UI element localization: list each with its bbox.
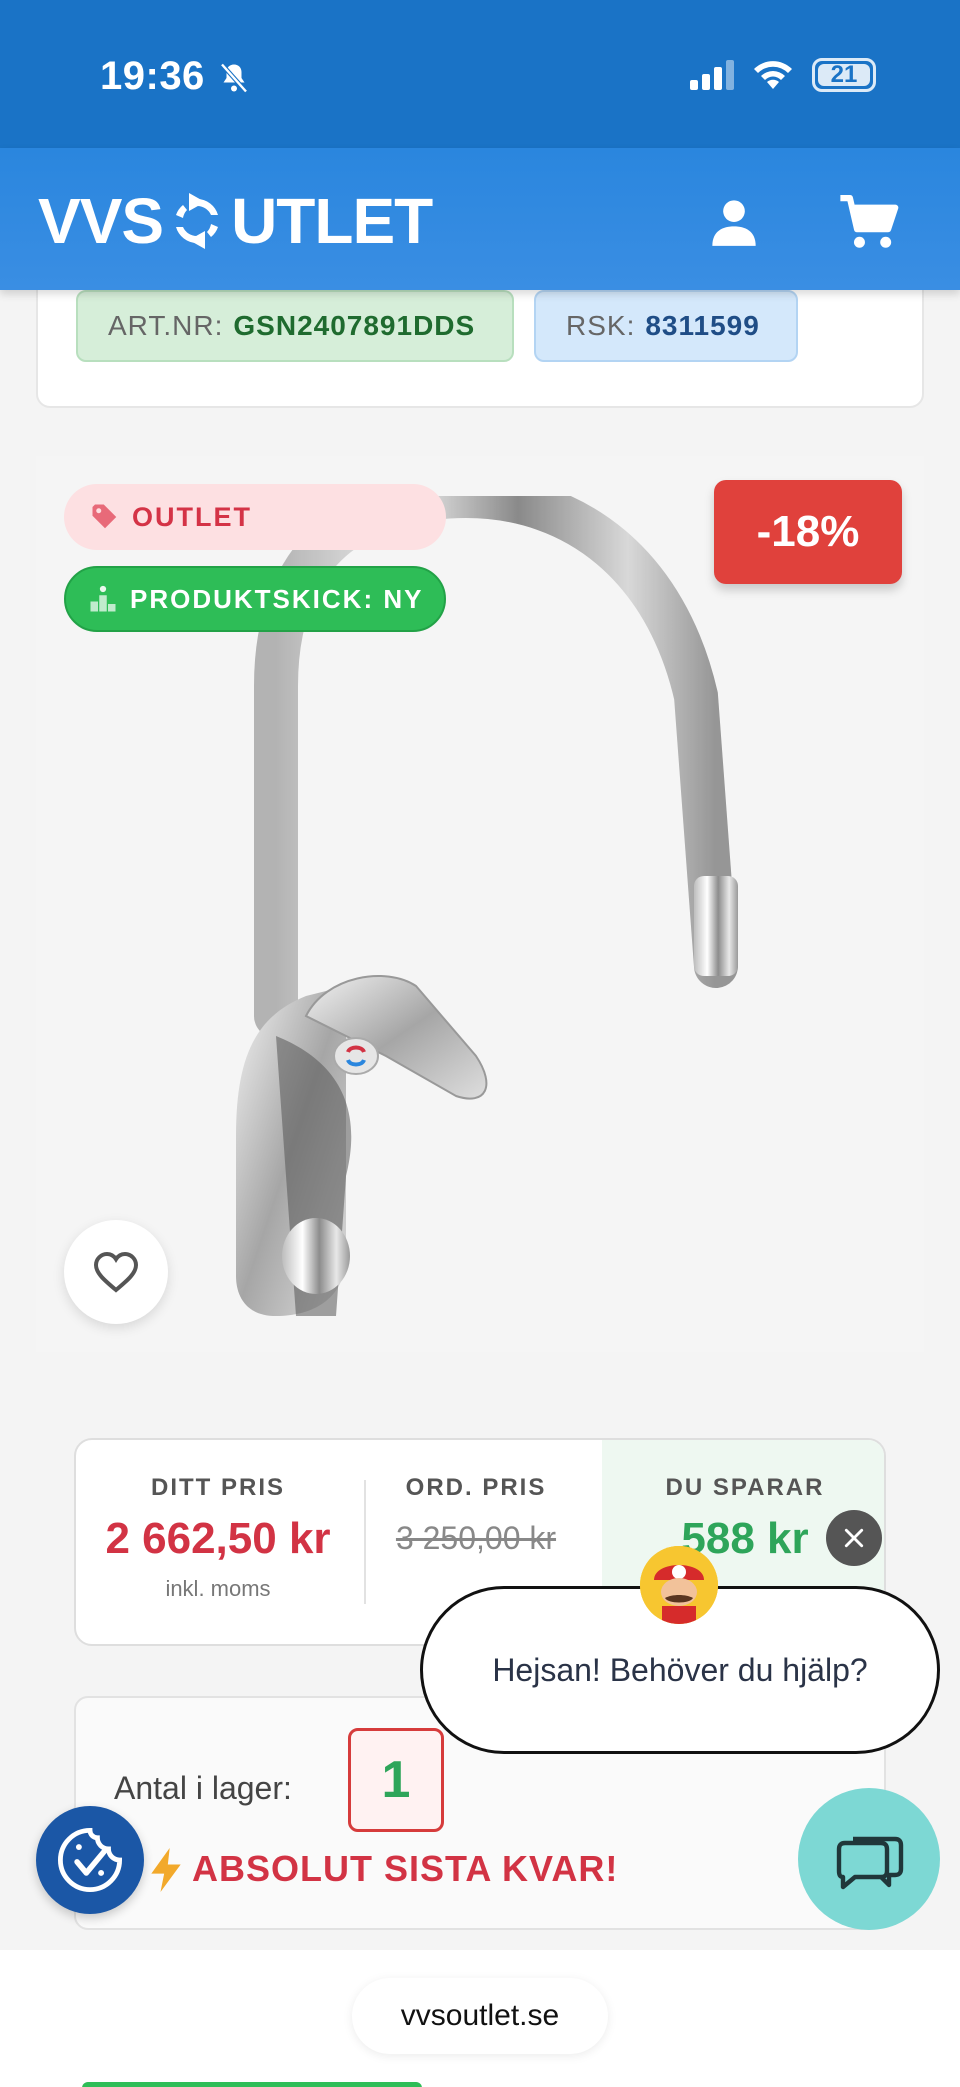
- lightning-icon: [151, 1848, 181, 1892]
- favorite-button[interactable]: [64, 1220, 168, 1324]
- your-price-column: DITT PRIS 2 662,50 kr inkl. moms: [76, 1440, 360, 1644]
- condition-badge: PRODUKTSKICK: NY: [64, 566, 446, 632]
- discount-badge: -18%: [714, 480, 902, 584]
- logo-text-left: VVS: [38, 185, 164, 257]
- close-icon: [844, 1528, 864, 1548]
- partial-green-button: [82, 2082, 422, 2087]
- refresh-logo-icon: [176, 193, 219, 249]
- tag-icon: [92, 504, 117, 529]
- stock-count: 1: [348, 1728, 444, 1832]
- product-codes-card: ART.NR: GSN2407891DDS RSK: 8311599: [36, 270, 924, 408]
- avatar-icon: [640, 1546, 718, 1624]
- rsk-number-label: RSK:: [566, 310, 636, 341]
- logo-text-right: UTLET: [231, 185, 433, 257]
- podium-icon: [90, 585, 116, 612]
- art-number-label: ART.NR:: [108, 310, 224, 341]
- art-number-pill: ART.NR: GSN2407891DDS: [76, 290, 514, 362]
- your-price-value: 2 662,50 kr: [105, 1514, 331, 1563]
- chat-launcher-button[interactable]: [798, 1788, 940, 1930]
- chat-icon: [836, 1836, 904, 1890]
- browser-bottom-bar: vvsoutlet.se: [0, 1950, 960, 2087]
- status-icons: 21: [690, 58, 876, 92]
- outlet-badge-label: OUTLET: [132, 501, 252, 532]
- cookie-icon: [58, 1827, 123, 1892]
- status-time: 19:36: [100, 54, 205, 98]
- cookie-settings-button[interactable]: [36, 1806, 144, 1914]
- art-number-value: GSN2407891DDS: [233, 310, 476, 341]
- ordinary-price-label: ORD. PRIS: [405, 1474, 547, 1501]
- condition-badge-label: PRODUKTSKICK: NY: [130, 583, 424, 614]
- vat-note: inkl. moms: [165, 1576, 271, 1601]
- cellular-signal-icon: [690, 60, 734, 90]
- your-price-label: DITT PRIS: [150, 1474, 285, 1501]
- site-logo[interactable]: VVS UTLET: [38, 184, 433, 258]
- user-icon[interactable]: [708, 196, 760, 248]
- rsk-number-value: 8311599: [645, 310, 760, 341]
- rsk-number-pill: RSK: 8311599: [534, 290, 798, 362]
- bell-slash-icon: [220, 63, 248, 93]
- address-bar[interactable]: vvsoutlet.se: [352, 1978, 608, 2054]
- chat-agent-avatar: [640, 1546, 718, 1624]
- product-image[interactable]: OUTLET PRODUKTSKICK: NY -18%: [36, 456, 924, 1352]
- battery-icon: 21: [812, 58, 876, 92]
- cart-icon[interactable]: [838, 192, 900, 252]
- stock-label: Antal i lager:: [114, 1770, 292, 1806]
- wifi-icon: [754, 61, 792, 89]
- last-in-stock-warning: ABSOLUT SISTA KVAR!: [192, 1848, 619, 1889]
- ordinary-price-value: 3 250,00 kr: [395, 1520, 557, 1556]
- outlet-badge: OUTLET: [64, 484, 446, 550]
- heart-icon: [93, 1251, 139, 1293]
- chat-close-button[interactable]: [826, 1510, 882, 1566]
- savings-label: DU SPARAR: [665, 1474, 825, 1501]
- battery-level: 21: [818, 61, 870, 88]
- status-bar: 19:36 21: [0, 0, 960, 148]
- site-header: VVS UTLET: [0, 148, 960, 290]
